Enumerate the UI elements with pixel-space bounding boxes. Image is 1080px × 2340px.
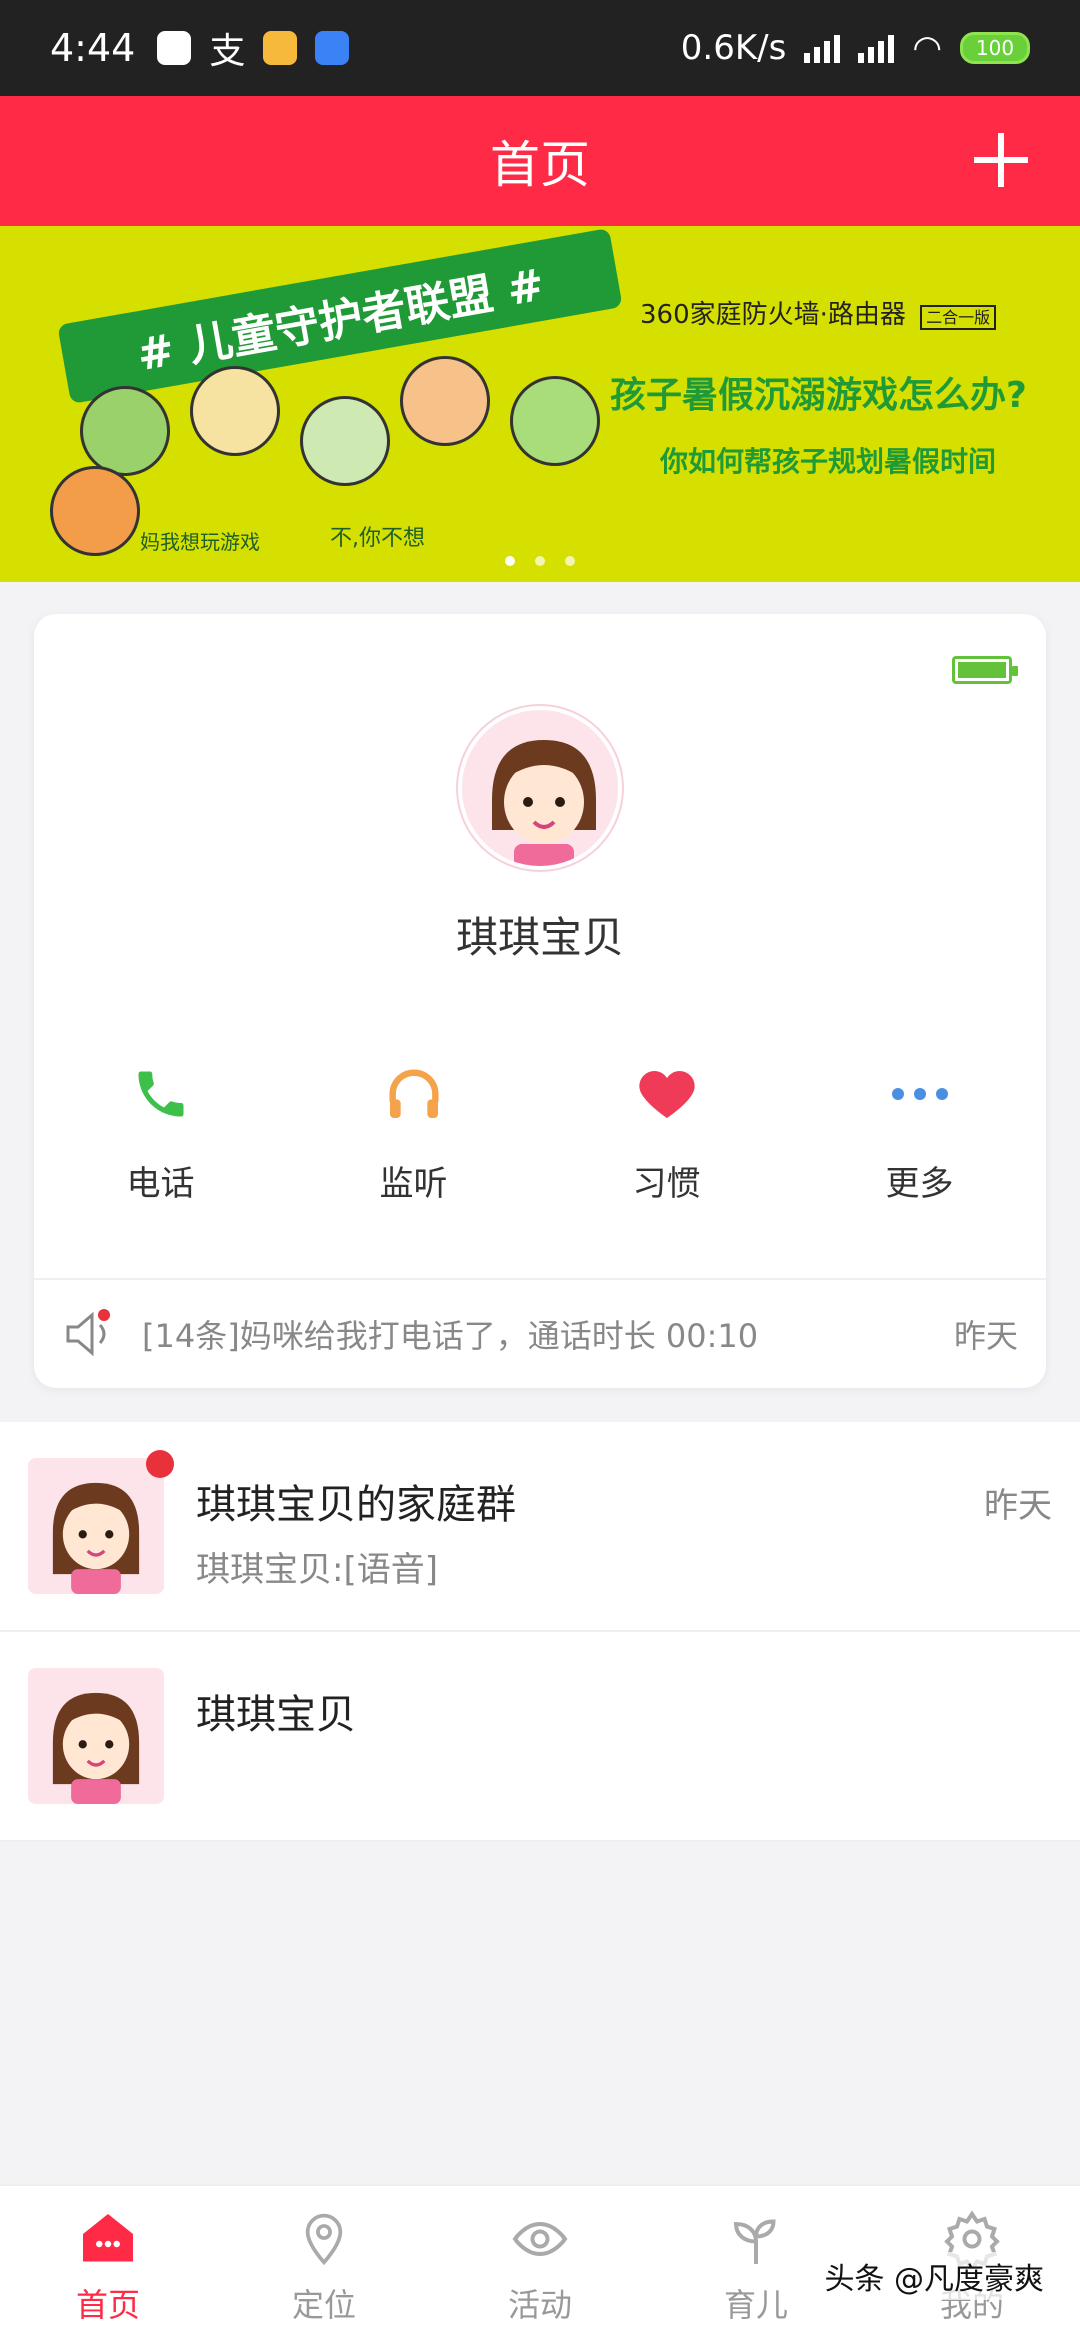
banner-brand-tag: 二合一版 bbox=[920, 305, 997, 330]
banner-pagination bbox=[0, 556, 1080, 566]
banner-illustration bbox=[40, 356, 600, 556]
cartoon-face bbox=[50, 466, 140, 556]
location-pin-icon bbox=[289, 2204, 359, 2274]
habit-button[interactable]: 习惯 bbox=[540, 1054, 793, 1205]
app-icon bbox=[263, 31, 298, 65]
battery-full-icon bbox=[952, 656, 1018, 684]
banner-headline: 孩子暑假沉溺游戏怎么办? bbox=[610, 375, 1027, 416]
status-right: 0.6K/s ◠ 100 bbox=[681, 28, 1030, 68]
page-title: 首页 bbox=[490, 136, 590, 194]
signal-icon bbox=[858, 33, 895, 63]
wifi-icon: ◠ bbox=[912, 28, 942, 68]
avatar bbox=[28, 1458, 164, 1594]
call-notice[interactable]: [14条]妈咪给我打电话了，通话时长 00:10 昨天 bbox=[34, 1280, 1046, 1388]
qq-icon bbox=[157, 31, 192, 65]
pagination-dot bbox=[535, 556, 545, 566]
phone-icon bbox=[121, 1054, 201, 1134]
app-header: 首页 bbox=[0, 96, 1080, 226]
banner-subheadline: 你如何帮孩子规划暑假时间 bbox=[660, 445, 997, 478]
list-item[interactable]: 琪琪宝贝的家庭群 琪琪宝贝:[语音] 昨天 bbox=[0, 1422, 1080, 1632]
child-avatar[interactable] bbox=[458, 706, 622, 870]
nav-label: 育儿 bbox=[723, 2286, 788, 2324]
nav-label: 首页 bbox=[75, 2286, 140, 2324]
listen-button[interactable]: 监听 bbox=[287, 1054, 540, 1205]
cartoon-face bbox=[400, 356, 490, 446]
chat-time: 昨天 bbox=[984, 1486, 1052, 1526]
headphones-icon bbox=[374, 1054, 454, 1134]
tab-home[interactable]: 首页 bbox=[0, 2186, 216, 2340]
action-bar: 电话 监听 习惯 更多 bbox=[34, 1054, 1046, 1205]
notification-icons: 支 bbox=[157, 22, 350, 74]
promo-banner[interactable]: # 儿童守护者联盟 # 妈我想玩游戏 不,你不想 360家庭防火墙·路由器 二合… bbox=[0, 226, 1080, 582]
more-dots-icon bbox=[880, 1054, 960, 1134]
banner-brand-text: 360家庭防火墙·路由器 bbox=[640, 300, 906, 330]
status-bar: 4:44 支 0.6K/s ◠ 100 bbox=[0, 0, 1080, 96]
plus-icon[interactable] bbox=[974, 133, 1028, 187]
banner-brand: 360家庭防火墙·路由器 二合一版 bbox=[640, 294, 997, 331]
action-label: 监听 bbox=[379, 1164, 448, 1204]
signal-hd-icon bbox=[804, 33, 841, 63]
child-name: 琪琪宝贝 bbox=[455, 913, 624, 962]
baidu-icon bbox=[315, 31, 350, 65]
battery-level: 100 bbox=[975, 36, 1015, 60]
list-item[interactable]: 琪琪宝贝 bbox=[0, 1632, 1080, 1842]
tab-location[interactable]: 定位 bbox=[216, 2186, 432, 2340]
action-label: 习惯 bbox=[632, 1164, 701, 1204]
more-button[interactable]: 更多 bbox=[793, 1054, 1046, 1205]
action-label: 更多 bbox=[885, 1164, 954, 1204]
banner-caption-left: 妈我想玩游戏 bbox=[140, 530, 260, 554]
unread-badge bbox=[146, 1450, 174, 1478]
cartoon-face bbox=[190, 366, 280, 456]
tab-activity[interactable]: 活动 bbox=[432, 2186, 648, 2340]
battery-icon: 100 bbox=[960, 32, 1030, 64]
sprout-icon bbox=[721, 2204, 791, 2274]
pagination-dot bbox=[505, 556, 515, 566]
speaker-icon bbox=[62, 1309, 118, 1359]
cartoon-face bbox=[300, 396, 390, 486]
nav-label: 定位 bbox=[291, 2286, 356, 2324]
child-card: 琪琪宝贝 电话 监听 习惯 更多 [14条]妈咪给我打电话了，通话时长 00:1… bbox=[34, 614, 1046, 1388]
watermark: 头条 @凡度豪爽 bbox=[818, 2252, 1050, 2300]
banner-caption-mid: 不,你不想 bbox=[330, 526, 425, 551]
chat-preview: 琪琪宝贝:[语音] bbox=[196, 1550, 438, 1590]
home-chat-icon bbox=[73, 2204, 143, 2274]
cartoon-face bbox=[80, 386, 170, 476]
notice-time: 昨天 bbox=[953, 1317, 1018, 1355]
notice-text: [14条]妈咪给我打电话了，通话时长 00:10 bbox=[142, 1317, 759, 1355]
eye-icon bbox=[505, 2204, 575, 2274]
heart-icon bbox=[627, 1054, 707, 1134]
status-time: 4:44 bbox=[50, 26, 136, 70]
call-button[interactable]: 电话 bbox=[34, 1054, 287, 1205]
chat-title: 琪琪宝贝的家庭群 bbox=[196, 1482, 516, 1528]
cartoon-face bbox=[510, 376, 600, 466]
avatar bbox=[28, 1668, 164, 1804]
action-label: 电话 bbox=[126, 1164, 195, 1204]
nav-label: 活动 bbox=[507, 2286, 572, 2324]
network-speed: 0.6K/s bbox=[680, 28, 787, 68]
unread-dot bbox=[98, 1309, 110, 1321]
chat-title: 琪琪宝贝 bbox=[196, 1692, 356, 1738]
pagination-dot bbox=[565, 556, 575, 566]
alipay-icon: 支 bbox=[209, 31, 246, 72]
chat-list: 琪琪宝贝的家庭群 琪琪宝贝:[语音] 昨天 琪琪宝贝 bbox=[0, 1422, 1080, 1842]
